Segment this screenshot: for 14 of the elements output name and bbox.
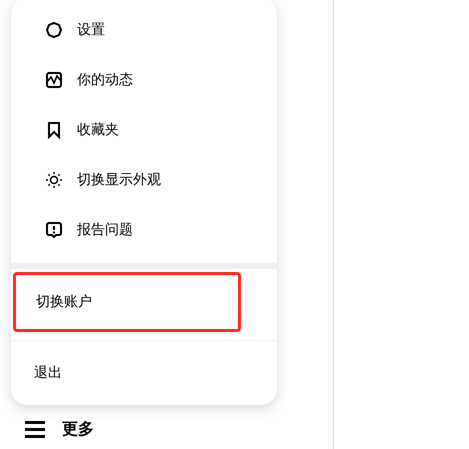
report-icon <box>45 221 63 239</box>
menu-item[interactable]: 你的动态 <box>11 55 277 105</box>
menu-item[interactable]: 报告问题 <box>11 205 277 255</box>
menu-icon[interactable] <box>25 421 45 438</box>
logout-item[interactable]: 退出 <box>11 341 277 405</box>
menu-item[interactable]: 设置 <box>11 5 277 55</box>
menu-item[interactable]: 切换显示外观 <box>11 155 277 205</box>
bookmark-icon <box>45 121 63 139</box>
settings-icon <box>45 21 63 39</box>
menu-item[interactable]: 收藏夹 <box>11 105 277 155</box>
activity-icon <box>45 71 63 89</box>
switch-account-item[interactable]: 切换账户 <box>13 272 241 332</box>
sun-icon <box>45 171 63 189</box>
more-label[interactable]: 更多 <box>62 419 94 440</box>
